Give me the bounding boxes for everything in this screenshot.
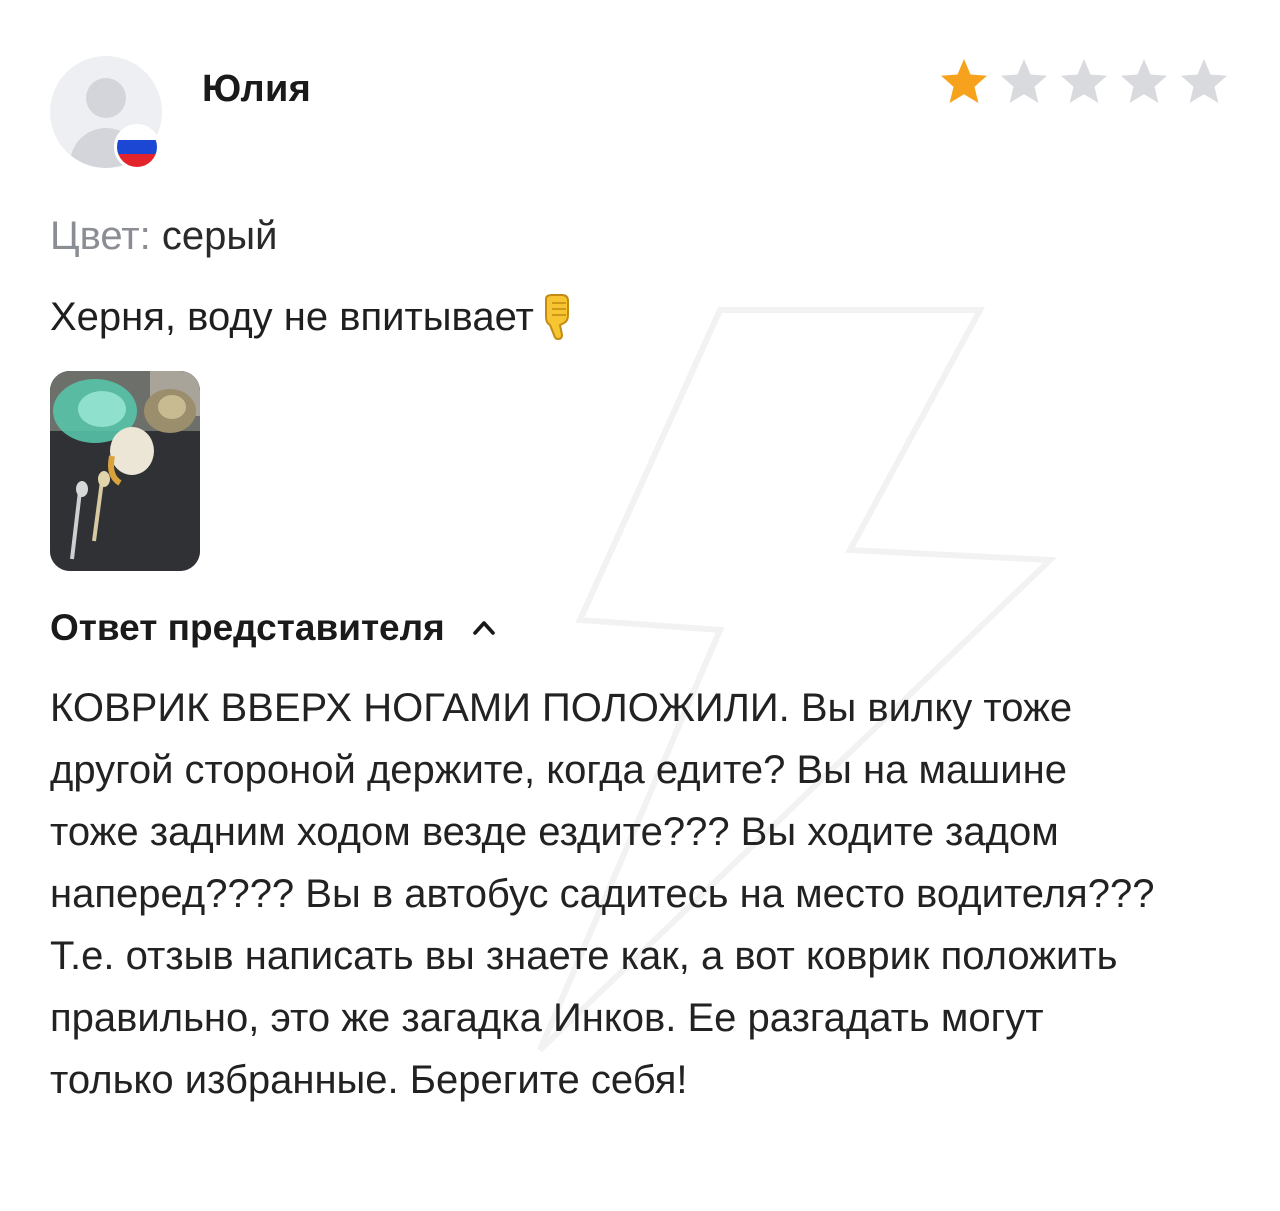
star-filled-icon (941, 59, 987, 103)
reply-toggle[interactable]: Ответ представителя (50, 607, 1230, 649)
review-body: Херня, воду не впитывает (50, 291, 1230, 343)
russia-flag-icon (114, 124, 160, 170)
star-empty-icon (1001, 59, 1047, 103)
review-text: Херня, воду не впитывает (50, 295, 534, 339)
reply-title: Ответ представителя (50, 607, 445, 648)
review-photo[interactable] (50, 371, 200, 571)
reply-text: КОВРИК ВВЕРХ НОГАМИ ПОЛОЖИЛИ. Вы вилку т… (50, 686, 1155, 1102)
review-card: Юлия Цвет: серый Херня, воду не впитывае… (50, 56, 1230, 1111)
star-empty-icon (1121, 59, 1167, 103)
author-name: Юлия (202, 68, 312, 110)
review-photo-image (50, 371, 200, 571)
star-empty-icon (1181, 59, 1227, 103)
star-empty-icon (1061, 59, 1107, 103)
chevron-up-icon[interactable] (471, 615, 497, 641)
star-rating (938, 56, 1230, 108)
review-header: Юлия (50, 56, 1230, 171)
variant-info: Цвет: серый (50, 211, 1230, 261)
thumbs-down-icon (544, 294, 569, 341)
variant-value: серый (161, 214, 278, 258)
variant-label: Цвет: (50, 214, 151, 258)
